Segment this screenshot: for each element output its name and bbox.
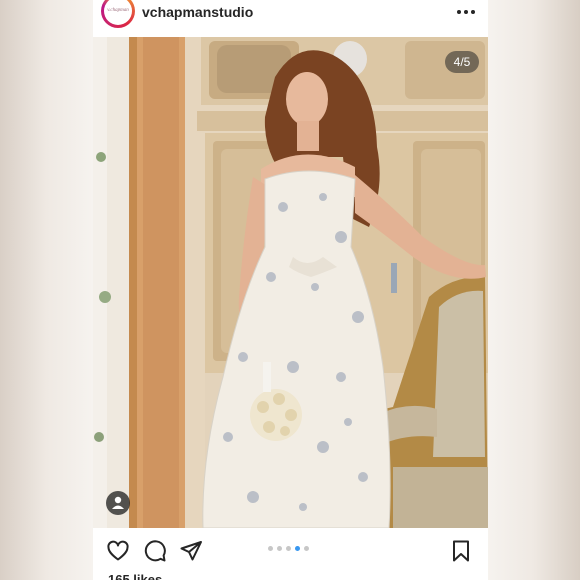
user-tag-icon[interactable] [106, 491, 130, 515]
more-icon[interactable] [457, 9, 475, 15]
bookmark-icon[interactable] [449, 539, 473, 563]
heart-icon[interactable] [106, 539, 130, 563]
photo-illustration [93, 37, 488, 528]
comment-icon[interactable] [143, 539, 167, 563]
carousel-counter: 4/5 [445, 51, 479, 73]
share-icon[interactable] [179, 539, 203, 563]
avatar-logo-text: v.chapman [104, 0, 132, 25]
avatar[interactable]: v.chapman [101, 0, 135, 28]
username-link[interactable]: vchapmanstudio [142, 4, 253, 20]
instagram-post: v.chapman vchapmanstudio 4/5 165 likes [93, 0, 488, 580]
likes-count[interactable]: 165 likes [108, 572, 162, 580]
post-actions-bar [93, 528, 488, 572]
post-header: v.chapman vchapmanstudio [93, 0, 488, 37]
post-photo[interactable]: 4/5 [93, 37, 488, 528]
